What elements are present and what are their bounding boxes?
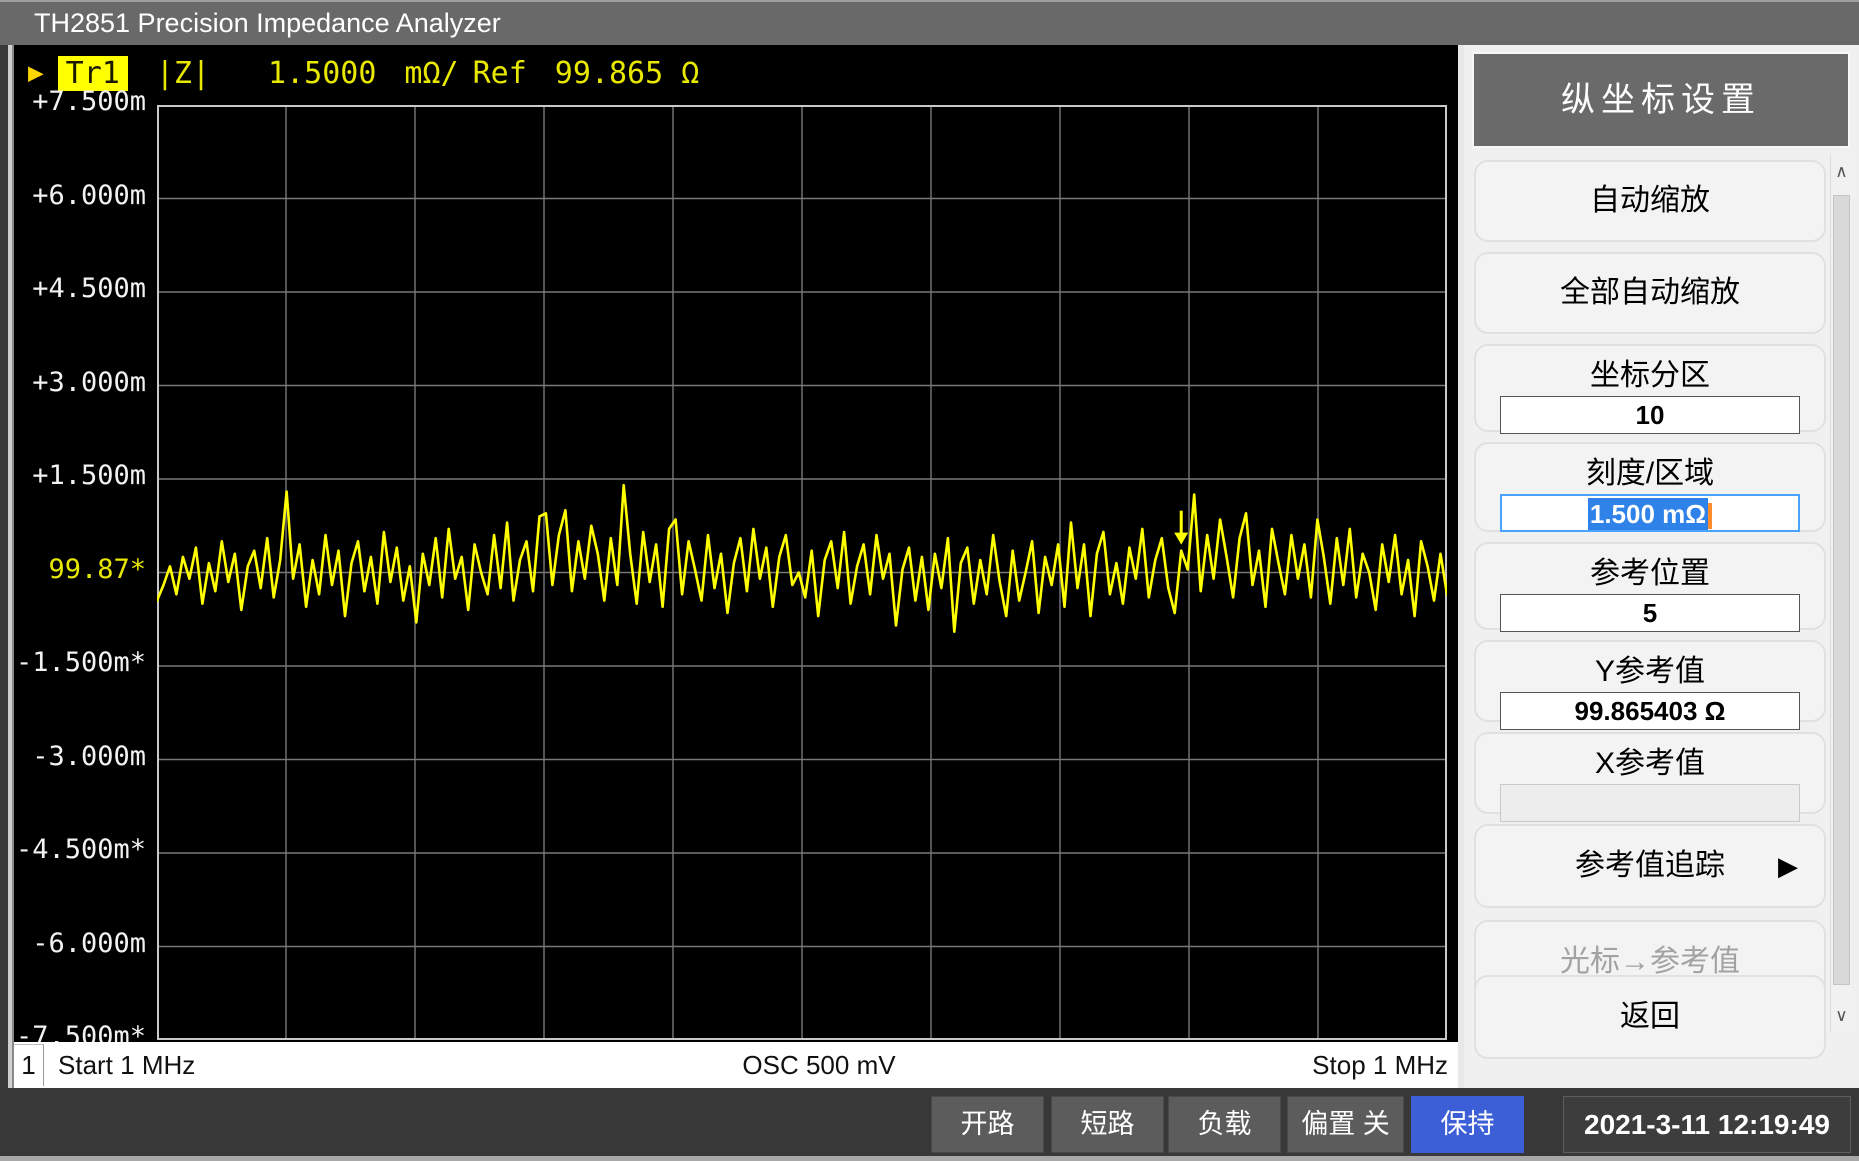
y-axis-tick-label: -1.500m*	[14, 648, 146, 678]
scale-per-division-input[interactable]: 1.500 mΩ	[1500, 494, 1800, 532]
x-reference-value-label: X参考值	[1476, 738, 1824, 782]
y-axis-tick-label: +1.500m	[14, 461, 146, 491]
scroll-up-icon[interactable]: ∧	[1831, 155, 1852, 189]
sidebar-scrollbar[interactable]: ∧ ∨	[1830, 155, 1852, 1033]
submenu-arrow-icon: ▶	[1778, 826, 1798, 906]
app-window: TH2851 Precision Impedance Analyzer ▶ Tr…	[0, 0, 1859, 1161]
y-reference-value-panel: Y参考值 99.865403 Ω	[1474, 640, 1826, 722]
marker-arrow-icon	[1174, 511, 1188, 545]
settings-sidebar: 纵坐标设置 自动缩放 全部自动缩放 坐标分区 10 刻度/区域 1.500 mΩ…	[1464, 45, 1859, 1088]
trace-scale-unit: mΩ/	[404, 56, 458, 91]
bias-off-button[interactable]: 偏置 关	[1287, 1096, 1404, 1153]
divisions-input[interactable]: 10	[1500, 396, 1800, 434]
scroll-down-icon[interactable]: ∨	[1831, 999, 1852, 1033]
y-reference-value-label: Y参考值	[1476, 646, 1824, 690]
reference-position-panel: 参考位置 5	[1474, 542, 1826, 630]
selected-input-text: 1.500 mΩ	[1588, 498, 1708, 530]
x-reference-value-panel: X参考值	[1474, 732, 1826, 814]
plot-grid	[157, 105, 1447, 1040]
divisions-label: 坐标分区	[1476, 350, 1824, 394]
text-caret	[1708, 503, 1712, 529]
plot-panel: ▶ Tr1 |Z| 1.5000 mΩ/ Ref 99.865 Ω +7.500…	[14, 45, 1458, 1042]
ref-value: 99.865 Ω	[555, 56, 700, 91]
stop-frequency-label: Stop 1 MHz	[1312, 1050, 1448, 1081]
scale-per-division-panel: 刻度/区域 1.500 mΩ	[1474, 442, 1826, 532]
sidebar-header-y-axis-settings: 纵坐标设置	[1472, 52, 1850, 148]
trace-chart	[157, 105, 1447, 1040]
return-button[interactable]: 返回	[1474, 975, 1826, 1059]
x-axis-strip: 1 Start 1 MHz OSC 500 mV Stop 1 MHz	[14, 1042, 1458, 1088]
auto-scale-all-button[interactable]: 全部自动缩放	[1474, 252, 1826, 334]
return-label: 返回	[1476, 977, 1824, 1057]
scale-per-division-label: 刻度/区域	[1476, 448, 1824, 492]
osc-level-label: OSC 500 mV	[674, 1050, 964, 1081]
status-bar: 开路 短路 负载 偏置 关 保持 2021-3-11 12:19:49	[0, 1088, 1859, 1161]
y-axis-tick-label: +4.500m	[14, 274, 146, 304]
window-title: TH2851 Precision Impedance Analyzer	[34, 8, 501, 38]
y-axis-tick-label: +3.000m	[14, 368, 146, 398]
y-axis-tick-label: -4.500m*	[14, 835, 146, 865]
auto-scale-label: 自动缩放	[1476, 162, 1824, 240]
y-axis-tick-label: +6.000m	[14, 181, 146, 211]
x-reference-value-input[interactable]	[1500, 784, 1800, 822]
load-correction-button[interactable]: 负载	[1168, 1096, 1281, 1153]
y-reference-value-input[interactable]: 99.865403 Ω	[1500, 692, 1800, 730]
start-frequency-label: Start 1 MHz	[58, 1050, 195, 1081]
divisions-panel: 坐标分区 10	[1474, 344, 1826, 432]
clock-display: 2021-3-11 12:19:49	[1563, 1096, 1851, 1153]
trace-parameter: |Z|	[156, 56, 210, 91]
reference-position-label: 参考位置	[1476, 548, 1824, 592]
auto-scale-all-label: 全部自动缩放	[1476, 254, 1824, 332]
open-correction-button[interactable]: 开路	[931, 1096, 1044, 1153]
y-axis-tick-label: +7.500m	[14, 87, 146, 117]
y-axis-tick-label: 99.87*	[14, 555, 146, 585]
y-axis-tick-label: -3.000m	[14, 742, 146, 772]
y-axis-tick-label: -6.000m	[14, 929, 146, 959]
short-correction-button[interactable]: 短路	[1051, 1096, 1164, 1153]
title-bar: TH2851 Precision Impedance Analyzer	[0, 0, 1859, 45]
trace-scale: 1.5000	[268, 56, 376, 91]
scrollbar-thumb[interactable]	[1833, 195, 1850, 985]
reference-tracking-label: 参考值追踪	[1476, 826, 1824, 906]
y-axis-labels: +7.500m +6.000m +4.500m +3.000m +1.500m 99.87…	[14, 45, 152, 1042]
ref-label: Ref	[473, 56, 527, 91]
auto-scale-button[interactable]: 自动缩放	[1474, 160, 1826, 242]
channel-indicator: 1	[14, 1044, 44, 1086]
reference-position-input[interactable]: 5	[1500, 594, 1800, 632]
hold-button[interactable]: 保持	[1411, 1096, 1524, 1153]
reference-tracking-button[interactable]: 参考值追踪 ▶	[1474, 824, 1826, 908]
